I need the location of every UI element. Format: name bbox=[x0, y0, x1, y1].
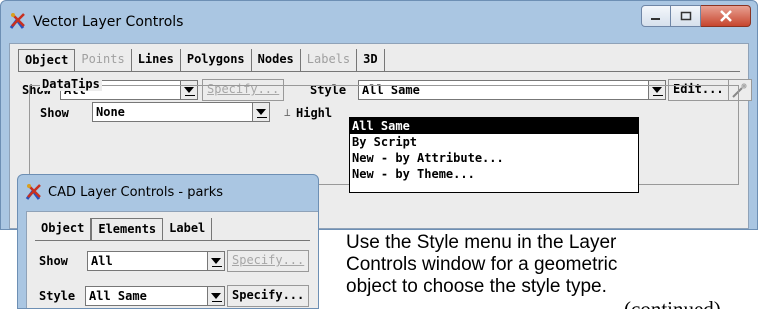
datatips-show-combo[interactable]: None bbox=[92, 102, 252, 122]
cad-specify-disabled-button: Specify... bbox=[227, 250, 310, 272]
minimize-button[interactable] bbox=[641, 5, 671, 27]
style-dropdown-list: All Same By Script New - by Attribute...… bbox=[349, 117, 639, 193]
cad-client-area: Object Elements Label Show All Specify..… bbox=[26, 211, 318, 308]
cad-show-combo[interactable]: All bbox=[87, 251, 207, 271]
tab-object[interactable]: Object bbox=[18, 49, 76, 71]
close-icon bbox=[719, 10, 732, 22]
cad-window-title: CAD Layer Controls - parks bbox=[48, 185, 224, 200]
cad-show-combo-arrow[interactable] bbox=[207, 251, 225, 271]
tab-3d[interactable]: 3D bbox=[357, 49, 385, 71]
highlight-label: Highl bbox=[296, 106, 333, 120]
cad-tab-label[interactable]: Label bbox=[163, 218, 213, 240]
tab-points: Points bbox=[75, 49, 132, 71]
cad-layer-controls-window: CAD Layer Controls - parks Object Elemen… bbox=[17, 174, 319, 309]
cad-title-bar[interactable]: CAD Layer Controls - parks bbox=[18, 175, 318, 213]
style-option-by-attribute[interactable]: New - by Attribute... bbox=[350, 150, 638, 166]
continued-note: (continued) bbox=[624, 297, 721, 309]
window-title: Vector Layer Controls bbox=[33, 14, 184, 30]
cad-style-combo-arrow[interactable] bbox=[207, 286, 225, 306]
style-option-all-same[interactable]: All Same bbox=[350, 118, 638, 134]
title-bar[interactable]: Vector Layer Controls bbox=[1, 1, 757, 43]
dropdown-arrow-icon bbox=[211, 293, 221, 299]
app-icon bbox=[25, 184, 41, 200]
style-option-by-theme[interactable]: New - by Theme... bbox=[350, 166, 638, 182]
tab-polygons[interactable]: Polygons bbox=[181, 49, 252, 71]
app-icon bbox=[9, 13, 25, 29]
cad-specify-button[interactable]: Specify... bbox=[227, 285, 310, 307]
caption-line-1: Use the Style menu in the Layer bbox=[346, 232, 617, 253]
minimize-icon bbox=[651, 18, 660, 20]
cad-tab-divider bbox=[35, 240, 310, 241]
tab-nodes[interactable]: Nodes bbox=[252, 49, 301, 71]
cad-style-combo[interactable]: All Same bbox=[85, 286, 207, 306]
cad-show-label: Show bbox=[39, 254, 68, 268]
dropdown-arrow-icon bbox=[211, 258, 221, 264]
maximize-button[interactable] bbox=[671, 5, 701, 27]
caption-text: Use the Style menu in the Layer Controls… bbox=[346, 232, 746, 298]
close-button[interactable] bbox=[701, 5, 751, 27]
tab-divider bbox=[18, 71, 740, 72]
cad-tab-object[interactable]: Object bbox=[35, 218, 92, 240]
main-tab-bar: Object Points Lines Polygons Nodes Label… bbox=[18, 49, 385, 71]
datatips-show-combo-arrow[interactable] bbox=[252, 102, 270, 122]
tab-lines[interactable]: Lines bbox=[132, 49, 181, 71]
caption-line-2: Controls window for a geometric bbox=[346, 254, 618, 275]
style-option-by-script[interactable]: By Script bbox=[350, 134, 638, 150]
cad-tab-elements[interactable]: Elements bbox=[91, 218, 164, 240]
tab-labels: Labels bbox=[301, 49, 358, 71]
dropdown-arrow-icon bbox=[256, 109, 266, 115]
cad-style-label: Style bbox=[39, 289, 76, 303]
highlight-checkbox[interactable]: ⊥ bbox=[284, 106, 291, 119]
maximize-icon bbox=[680, 11, 691, 21]
caption-line-3: object to choose the style type. bbox=[346, 276, 607, 297]
window-caption-buttons bbox=[641, 5, 751, 27]
datatips-show-label: Show bbox=[40, 106, 69, 120]
cad-tab-bar: Object Elements Label bbox=[35, 218, 213, 240]
datatips-title: DataTips bbox=[40, 77, 102, 91]
